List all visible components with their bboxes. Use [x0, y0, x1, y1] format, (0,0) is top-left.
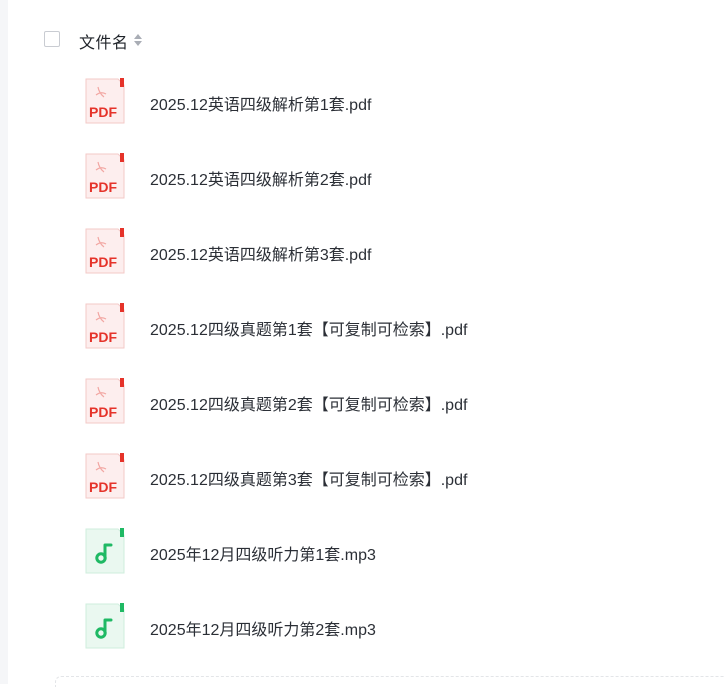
- file-row[interactable]: PDF 2025.12四级真题第3套【可复制可检索】.pdf: [0, 446, 724, 506]
- file-name[interactable]: 2025.12四级真题第1套【可复制可检索】.pdf: [150, 316, 467, 340]
- pdf-file-icon: PDF: [85, 228, 125, 274]
- pdf-badge-text: PDF: [89, 404, 117, 420]
- column-title-filename[interactable]: 文件名: [79, 29, 129, 53]
- list-header: 文件名: [0, 20, 724, 60]
- file-row[interactable]: PDF 2025.12四级真题第1套【可复制可检索】.pdf: [0, 296, 724, 356]
- file-name[interactable]: 2025.12四级真题第2套【可复制可检索】.pdf: [150, 391, 467, 415]
- file-name[interactable]: 2025.12英语四级解析第3套.pdf: [150, 241, 371, 265]
- pdf-file-icon: PDF: [85, 453, 125, 499]
- file-name[interactable]: 2025.12四级真题第3套【可复制可检索】.pdf: [150, 466, 467, 490]
- audio-file-icon: [85, 528, 125, 574]
- sort-icon[interactable]: [133, 32, 143, 48]
- pdf-badge-text: PDF: [89, 479, 117, 495]
- pdf-file-icon: PDF: [85, 153, 125, 199]
- pdf-badge-text: PDF: [89, 179, 117, 195]
- pdf-file-icon: PDF: [85, 78, 125, 124]
- file-list: 文件名 PDF 2025.12英语四级解析第1套.pdf PDF 2025.12英语四…: [0, 0, 724, 687]
- pdf-badge-text: PDF: [89, 329, 117, 345]
- file-row[interactable]: PDF 2025.12四级真题第2套【可复制可检索】.pdf: [0, 371, 724, 431]
- pdf-file-icon: PDF: [85, 378, 125, 424]
- file-name[interactable]: 2025年12月四级听力第2套.mp3: [150, 616, 376, 640]
- file-name[interactable]: 2025年12月四级听力第1套.mp3: [150, 541, 376, 565]
- file-row[interactable]: 2025年12月四级听力第1套.mp3: [0, 521, 724, 581]
- file-row[interactable]: PDF 2025.12英语四级解析第3套.pdf: [0, 221, 724, 281]
- file-row[interactable]: PDF 2025.12英语四级解析第2套.pdf: [0, 146, 724, 206]
- pdf-badge-text: PDF: [89, 254, 117, 270]
- file-name[interactable]: 2025.12英语四级解析第2套.pdf: [150, 166, 371, 190]
- pdf-file-icon: PDF: [85, 303, 125, 349]
- file-row[interactable]: PDF 2025.12英语四级解析第1套.pdf: [0, 71, 724, 131]
- audio-file-icon: [85, 603, 125, 649]
- file-row[interactable]: 2025年12月四级听力第2套.mp3: [0, 596, 724, 656]
- footer-divider: [55, 676, 724, 687]
- select-all-checkbox[interactable]: [44, 31, 60, 47]
- pdf-badge-text: PDF: [89, 104, 117, 120]
- file-name[interactable]: 2025.12英语四级解析第1套.pdf: [150, 91, 371, 115]
